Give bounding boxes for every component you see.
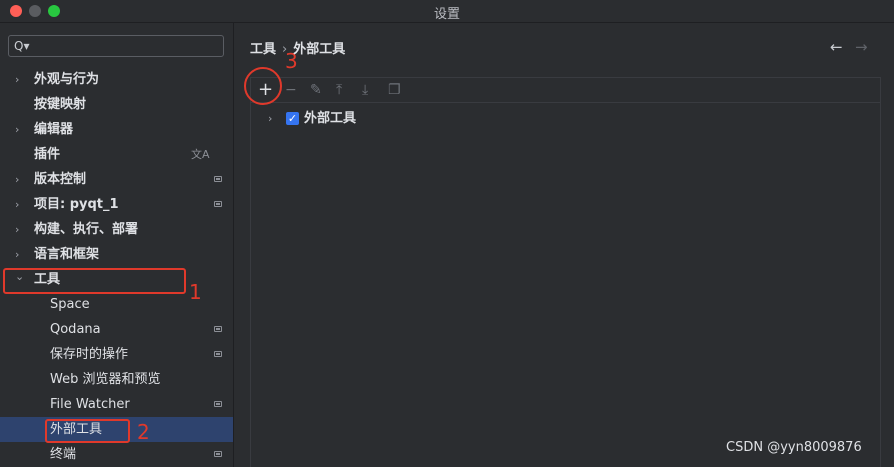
sidebar-item-label: Space xyxy=(50,297,90,312)
tool-group-label: 外部工具 xyxy=(304,111,357,126)
sidebar-item[interactable]: 终端 xyxy=(0,442,233,467)
copy-icon[interactable]: ❐ xyxy=(388,80,401,100)
sidebar-item-label: 语言和框架 xyxy=(34,247,100,262)
sidebar-item-label: 外观与行为 xyxy=(34,72,100,87)
remove-icon[interactable]: − xyxy=(285,80,297,100)
breadcrumb-parent[interactable]: 工具 xyxy=(250,42,276,57)
sidebar-item[interactable]: 插件 文A xyxy=(0,142,233,167)
sidebar-item[interactable]: Qodana xyxy=(0,317,233,342)
sidebar-item[interactable]: › 构建、执行、部署 xyxy=(0,217,233,242)
sidebar-item[interactable]: File Watcher xyxy=(0,392,233,417)
sidebar-item[interactable]: › 外观与行为 xyxy=(0,67,233,92)
chevron-right-icon[interactable]: › xyxy=(15,217,19,242)
chevron-right-icon[interactable]: › xyxy=(15,117,19,142)
sidebar-item-label: 构建、执行、部署 xyxy=(34,222,139,237)
annotation-circle-add xyxy=(244,67,282,105)
project-level-icon xyxy=(214,351,222,357)
sidebar-item-label: 版本控制 xyxy=(34,172,87,187)
tool-group-checkbox[interactable]: ✓ xyxy=(286,112,299,125)
breadcrumb: 工具 › 外部工具 xyxy=(250,38,345,57)
project-level-icon xyxy=(214,326,222,332)
tools-toolbar: + − ✎ ⤒ ⤓ ❐ xyxy=(251,78,880,103)
sidebar-item[interactable]: › 编辑器 xyxy=(0,117,233,142)
window-title: 设置 xyxy=(433,7,460,22)
sidebar-item-label: 保存时的操作 xyxy=(50,347,129,362)
forward-arrow-icon[interactable]: → xyxy=(855,38,868,56)
search-box[interactable]: Q▾ xyxy=(8,35,224,57)
external-tools-panel: + − ✎ ⤒ ⤓ ❐ › ✓ 外部工具 xyxy=(250,77,881,467)
project-level-icon xyxy=(214,176,222,182)
search-input[interactable] xyxy=(35,37,219,55)
sidebar-item[interactable]: 保存时的操作 xyxy=(0,342,233,367)
back-arrow-icon[interactable]: ← xyxy=(830,38,843,56)
sidebar-item-label: 按键映射 xyxy=(34,97,87,112)
project-level-icon xyxy=(214,451,222,457)
sidebar-item-label: Web 浏览器和预览 xyxy=(50,372,161,387)
move-down-icon[interactable]: ⤓ xyxy=(362,80,368,100)
sidebar-item-label: 编辑器 xyxy=(34,122,74,137)
chevron-right-icon[interactable]: › xyxy=(15,67,19,92)
sidebar-item-label: 终端 xyxy=(50,447,77,462)
sidebar-item[interactable]: 按键映射 xyxy=(0,92,233,117)
sidebar-item[interactable]: › 版本控制 xyxy=(0,167,233,192)
sidebar-item[interactable]: › 语言和框架 xyxy=(0,242,233,267)
chevron-right-icon[interactable]: › xyxy=(15,167,19,192)
sidebar-item-label: 插件 xyxy=(34,147,61,162)
project-level-icon xyxy=(214,401,222,407)
sidebar-item[interactable]: Web 浏览器和预览 xyxy=(0,367,233,392)
watermark: CSDN @yyn8009876 xyxy=(726,440,862,455)
chevron-right-icon[interactable]: › xyxy=(15,192,19,217)
title-bar: 设置 xyxy=(0,0,894,23)
breadcrumb-separator: › xyxy=(282,42,288,57)
project-level-icon xyxy=(214,201,222,207)
breadcrumb-current: 外部工具 xyxy=(293,42,346,57)
sidebar-item-label: Qodana xyxy=(50,322,101,337)
translate-icon: 文A xyxy=(191,148,210,161)
sidebar-item-label: File Watcher xyxy=(50,397,130,412)
annotation-number-2: 2 xyxy=(137,420,150,444)
annotation-box-external-tools xyxy=(45,419,130,443)
annotation-number-1: 1 xyxy=(189,280,202,304)
move-up-icon[interactable]: ⤒ xyxy=(336,80,342,100)
edit-icon[interactable]: ✎ xyxy=(310,80,322,100)
annotation-box-tools xyxy=(3,268,186,294)
chevron-right-icon[interactable]: › xyxy=(268,108,272,130)
search-icon: Q▾ xyxy=(14,39,30,53)
tool-group-row[interactable]: › ✓ 外部工具 xyxy=(251,108,880,130)
sidebar-item[interactable]: › 项目: pyqt_1 xyxy=(0,192,233,217)
sidebar-item-label: 项目: pyqt_1 xyxy=(34,197,119,212)
